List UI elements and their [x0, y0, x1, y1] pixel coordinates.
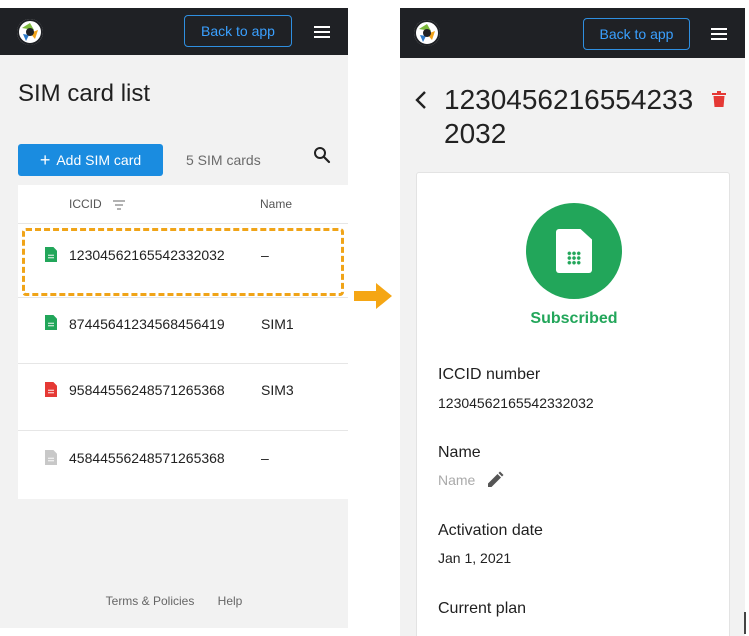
back-to-app-button[interactable]: Back to app — [184, 15, 292, 47]
top-bar: Back to app — [400, 8, 745, 58]
top-bar: Back to app — [0, 8, 348, 55]
app-logo-icon[interactable] — [17, 19, 43, 45]
edit-pencil-icon[interactable] — [486, 471, 504, 489]
sim-status-icon — [526, 203, 622, 299]
add-sim-card-label: Add SIM card — [56, 152, 142, 168]
column-header-iccid[interactable]: ICCID — [69, 197, 126, 211]
selected-row-highlight — [22, 228, 344, 296]
column-header-name: Name — [260, 197, 293, 211]
activation-date-value: Jan 1, 2021 — [438, 550, 512, 566]
hamburger-menu-icon[interactable] — [314, 26, 330, 38]
filter-icon[interactable] — [113, 200, 126, 210]
name-cell: – — [261, 450, 269, 466]
sim-card-icon — [45, 450, 57, 465]
footer: Terms & Policies Help — [0, 594, 348, 608]
name-field[interactable]: Name — [438, 472, 475, 488]
iccid-cell[interactable]: 87445641234568456419 — [69, 316, 225, 332]
status-label: Subscribed — [530, 310, 618, 327]
sim-detail-screen: Back to app 12304562165542332032 Subscri… — [400, 8, 745, 636]
divider — [18, 430, 348, 431]
divider — [18, 297, 348, 298]
sim-card-icon — [556, 229, 592, 273]
help-link[interactable]: Help — [218, 594, 243, 608]
sim-card-icon — [45, 382, 57, 397]
divider — [18, 223, 348, 224]
hamburger-menu-icon[interactable] — [711, 28, 727, 40]
name-cell: SIM3 — [261, 382, 294, 398]
sim-list-screen: Back to app SIM card list + Add SIM card… — [0, 8, 348, 628]
back-chevron-icon[interactable] — [414, 90, 428, 110]
plus-icon: + — [39, 150, 51, 170]
screenshot: Back to app SIM card list + Add SIM card… — [0, 0, 749, 636]
sim-count: 5 SIM cards — [186, 152, 261, 168]
name-label: Name — [438, 444, 481, 461]
column-header-iccid-label: ICCID — [69, 197, 102, 211]
name-cell: SIM1 — [261, 316, 294, 332]
search-icon[interactable] — [313, 146, 331, 164]
sim-detail-title: 12304562165542332032 — [444, 84, 694, 149]
activation-date-label: Activation date — [438, 522, 543, 539]
iccid-cell[interactable]: 95844556248571265368 — [69, 382, 225, 398]
page-title: SIM card list — [18, 80, 151, 107]
iccid-cell[interactable]: 45844556248571265368 — [69, 450, 225, 466]
delete-trash-icon[interactable] — [712, 91, 726, 107]
back-to-app-button[interactable]: Back to app — [583, 18, 690, 50]
sim-detail-card: Subscribed ICCID number 1230456216554233… — [416, 172, 730, 636]
sim-card-icon — [45, 315, 57, 330]
iccid-value: 12304562165542332032 — [438, 395, 594, 411]
current-plan-label: Current plan — [438, 600, 527, 617]
arrow-right-icon — [354, 283, 392, 309]
divider — [18, 363, 348, 364]
text-cursor — [744, 612, 746, 634]
iccid-label: ICCID number — [438, 366, 541, 383]
terms-link[interactable]: Terms & Policies — [106, 594, 195, 608]
add-sim-card-button[interactable]: + Add SIM card — [18, 144, 163, 176]
app-logo-icon[interactable] — [414, 20, 440, 46]
